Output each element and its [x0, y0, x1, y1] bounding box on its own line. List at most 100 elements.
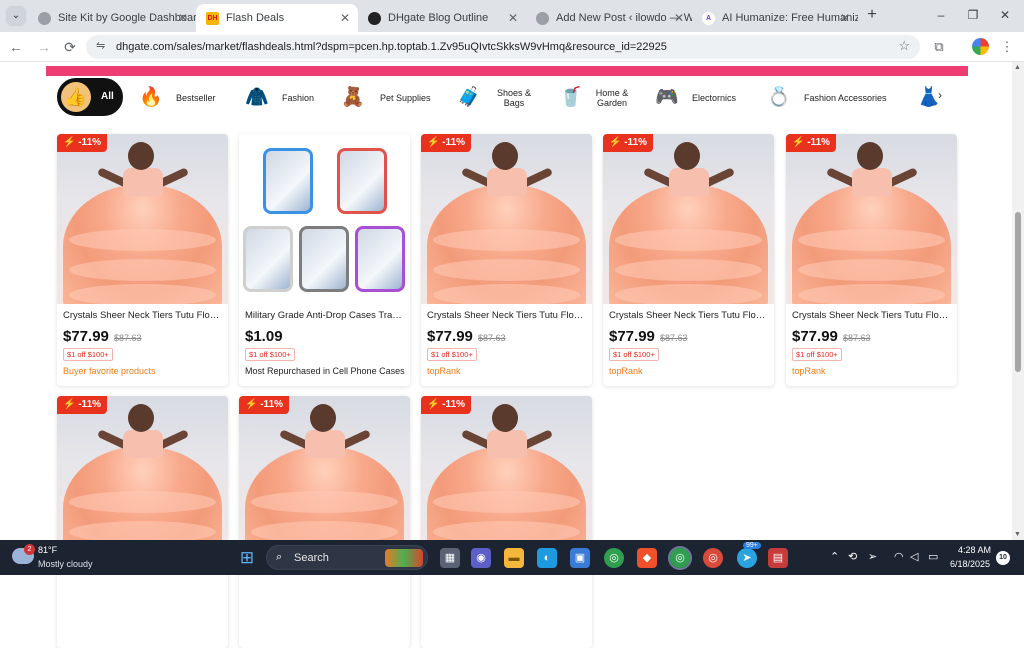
close-tab-icon[interactable]: ✕ — [508, 4, 518, 32]
tab-ai-humanize[interactable]: A AI Humanize: Free Humanize ✕ — [692, 4, 858, 32]
category-partial[interactable]: 👗 — [916, 82, 941, 114]
app-icon[interactable]: ▤ — [768, 548, 788, 568]
category-all[interactable]: 👍 All — [57, 78, 123, 116]
battery-icon[interactable]: ▭ — [928, 550, 938, 563]
close-tab-icon[interactable]: ✕ — [178, 4, 188, 32]
category-label: Pet Supplies — [380, 93, 431, 103]
store-icon[interactable]: ▣ — [570, 548, 590, 568]
category-fashion[interactable]: 🧥 Fashion — [244, 82, 320, 114]
tab-site-kit[interactable]: Site Kit by Google Dashboard ✕ — [28, 4, 196, 32]
product-card[interactable]: ⚡ -11% Crystals Sheer Neck Tiers Tutu Flo… — [57, 134, 228, 386]
product-title[interactable]: Crystals Sheer Neck Tiers Tutu Flower Gi… — [609, 310, 769, 321]
category-pet-supplies[interactable]: 🧸 Pet Supplies — [340, 82, 436, 114]
product-card[interactable]: ⚡ -11% Crystals Sheer Neck Tiers Tutu Flo… — [786, 134, 957, 386]
forward-button[interactable]: → — [34, 37, 54, 57]
product-title[interactable]: Crystals Sheer Neck Tiers Tutu Flower Gi… — [792, 310, 952, 321]
category-next-arrow[interactable]: › — [938, 88, 942, 102]
product-card[interactable]: ⚡ -11% — [421, 396, 592, 648]
weather-condition[interactable]: Mostly cloudy — [38, 559, 93, 569]
globe-icon — [38, 12, 51, 25]
product-tag: topRank — [792, 366, 826, 376]
tab-strip: ⌄ Site Kit by Google Dashboard ✕ DH Flas… — [0, 0, 1024, 32]
bookmark-star-icon[interactable]: ☆ — [898, 38, 910, 54]
url-text[interactable]: dhgate.com/sales/market/flashdeals.html?… — [116, 35, 667, 59]
tab-title: AI Humanize: Free Humanize — [722, 12, 858, 24]
product-price: $77.99 — [792, 328, 838, 345]
product-price: $77.99 — [609, 328, 655, 345]
chevron-up-icon[interactable]: ⌃ — [830, 550, 839, 563]
reload-button[interactable]: ⟳ — [60, 37, 80, 57]
scroll-up-arrow[interactable]: ▲ — [1014, 64, 1021, 71]
category-bestseller[interactable]: 🔥 Bestseller — [138, 82, 224, 114]
extensions-icon[interactable]: ⧉ — [930, 38, 948, 56]
ring-icon: 💍 — [767, 87, 791, 108]
chat-icon[interactable]: ◉ — [471, 548, 491, 568]
profile-avatar[interactable] — [972, 38, 989, 55]
product-image[interactable] — [603, 134, 774, 304]
product-card[interactable]: ⚡ -11% — [239, 396, 410, 648]
wifi-icon[interactable]: ◠ — [894, 550, 904, 563]
site-info-icon[interactable]: ⇋ — [96, 39, 105, 52]
clock-date[interactable]: 6/18/2025 — [950, 559, 990, 569]
product-title[interactable]: Military Grade Anti-Drop Cases Transpare… — [245, 310, 405, 321]
back-button[interactable]: ← — [6, 37, 26, 57]
windows-start-icon[interactable]: ⊞ — [237, 548, 257, 568]
clock-time[interactable]: 4:28 AM — [958, 545, 991, 555]
tab-search-button[interactable]: ⌄ — [6, 6, 26, 26]
notification-count-badge[interactable]: 10 — [996, 551, 1010, 565]
suitcase-icon: 🧳 — [457, 87, 481, 108]
menu-icon[interactable]: ⋮ — [998, 38, 1016, 56]
taskbar-search[interactable]: ⌕ Search — [266, 545, 428, 570]
tab-title: Site Kit by Google Dashboard — [58, 12, 196, 24]
product-card[interactable]: Military Grade Anti-Drop Cases Transpare… — [239, 134, 410, 386]
product-title[interactable]: Crystals Sheer Neck Tiers Tutu Flower Gi… — [63, 310, 223, 321]
folder-icon[interactable]: ▬ — [504, 548, 524, 568]
discount-badge: ⚡ -11% — [57, 396, 108, 414]
product-tag: Most Repurchased in Cell Phone Cases — [245, 366, 405, 376]
address-bar[interactable]: ⇋ dhgate.com/sales/market/flashdeals.htm… — [86, 35, 920, 59]
close-tab-icon[interactable]: ✕ — [674, 4, 684, 32]
tab-add-new-post[interactable]: Add New Post ‹ ilowdo — W ✕ — [526, 4, 692, 32]
product-image[interactable] — [239, 134, 410, 304]
promo-banner-strip — [46, 66, 968, 76]
teddy-bear-icon: 🧸 — [341, 87, 365, 108]
category-shoes-bags[interactable]: 🧳 Shoes & Bags — [456, 82, 536, 114]
close-tab-icon[interactable]: ✕ — [340, 4, 350, 32]
category-electronics[interactable]: 🎮 Electornics — [654, 82, 744, 114]
scrollbar-thumb[interactable] — [1015, 212, 1021, 372]
product-card[interactable]: ⚡ -11% — [57, 396, 228, 648]
page-scrollbar[interactable]: ▲ ▼ — [1012, 62, 1024, 540]
brave-icon[interactable]: ◆ — [637, 548, 657, 568]
tumbler-icon: 🥤 — [559, 87, 583, 108]
new-tab-button[interactable]: + — [862, 6, 882, 24]
restore-button[interactable]: ❐ — [958, 4, 988, 26]
tab-flash-deals[interactable]: DH Flash Deals ✕ — [196, 4, 358, 32]
scroll-down-arrow[interactable]: ▼ — [1014, 531, 1021, 538]
category-fashion-accessories[interactable]: 💍 Fashion Accessories — [766, 82, 896, 114]
edge-icon[interactable]: ◐ — [537, 548, 557, 568]
discount-badge: ⚡ -11% — [786, 134, 837, 152]
weather-temp[interactable]: 81°F — [38, 545, 57, 555]
sync-icon[interactable]: ⟲ — [848, 550, 857, 563]
chrome-profile-icon[interactable]: ◎ — [668, 546, 692, 570]
product-card[interactable]: ⚡ -11% Crystals Sheer Neck Tiers Tutu Flo… — [603, 134, 774, 386]
chrome-alt-icon[interactable]: ◎ — [703, 548, 723, 568]
product-image[interactable] — [57, 134, 228, 304]
minimize-button[interactable]: – — [926, 4, 956, 26]
product-image[interactable] — [421, 134, 592, 304]
product-card[interactable]: ⚡ -11% Crystals Sheer Neck Tiers Tutu Flo… — [421, 134, 592, 386]
file-manager-icon[interactable]: ▦ — [440, 548, 460, 568]
volume-icon[interactable]: ◁ — [910, 550, 918, 563]
tab-title: Flash Deals — [226, 12, 285, 24]
chrome-icon[interactable]: ◎ — [604, 548, 624, 568]
tab-dhgate-blog-outline[interactable]: DHgate Blog Outline ✕ — [358, 4, 526, 32]
close-window-button[interactable]: ✕ — [990, 4, 1020, 26]
product-image[interactable] — [786, 134, 957, 304]
send-icon[interactable]: ➢ — [868, 550, 877, 563]
close-tab-icon[interactable]: ✕ — [840, 4, 850, 32]
coupon-badge: $1 off $100+ — [245, 348, 295, 361]
category-home-garden[interactable]: 🥤 Home & Garden — [558, 82, 634, 114]
tab-title: Add New Post ‹ ilowdo — W — [556, 12, 692, 24]
product-title[interactable]: Crystals Sheer Neck Tiers Tutu Flower Gi… — [427, 310, 587, 321]
telegram-icon[interactable]: ➤ — [737, 548, 757, 568]
